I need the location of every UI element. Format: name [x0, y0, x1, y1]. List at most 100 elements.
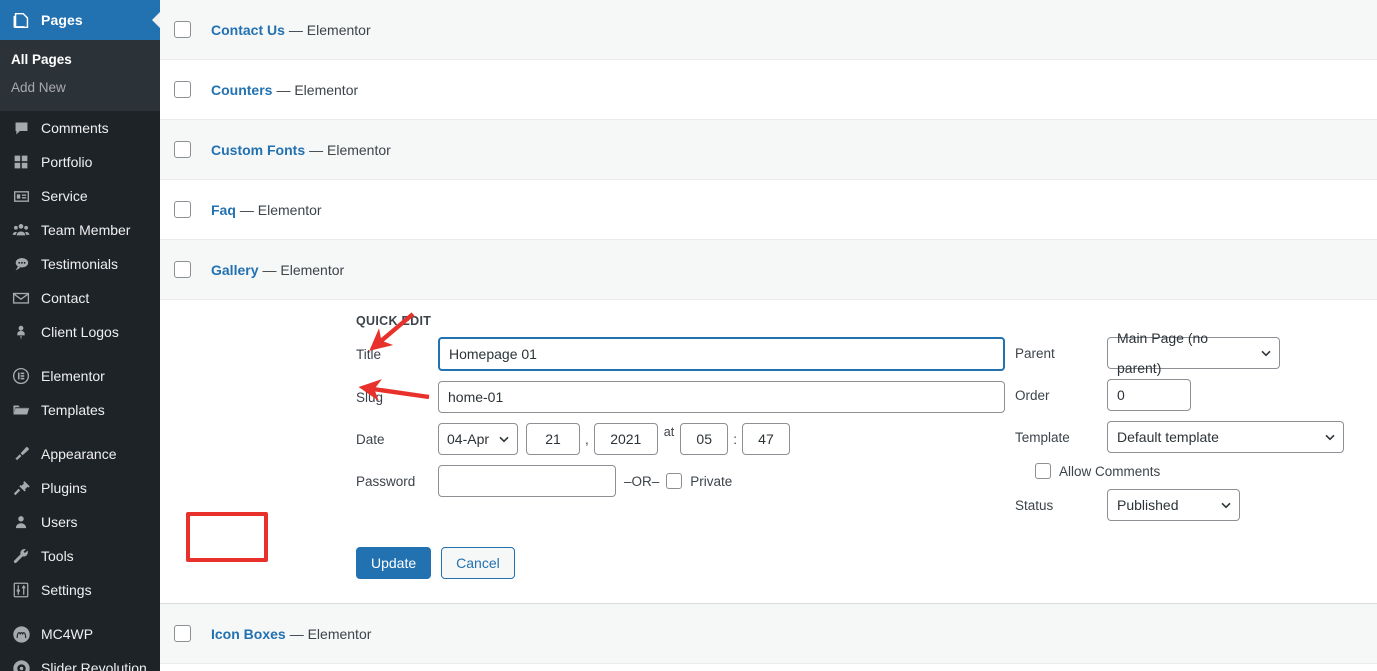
sidebar-item-pages[interactable]: Pages — [0, 0, 160, 40]
mc4wp-icon — [11, 624, 31, 644]
or-separator-label: –OR– — [624, 473, 660, 489]
row-checkbox[interactable] — [174, 81, 191, 98]
date-month-value: 04-Apr — [447, 431, 490, 447]
date-hour-input[interactable] — [680, 423, 729, 455]
chat-icon — [11, 254, 31, 274]
sidebar-item-tools[interactable]: Tools — [0, 539, 160, 573]
sidebar-item-users-label: Users — [41, 514, 78, 530]
sidebar-item-elementor[interactable]: Elementor — [0, 359, 160, 393]
elementor-icon — [11, 366, 31, 386]
chevron-down-icon — [1325, 434, 1335, 441]
parent-label: Parent — [1015, 345, 1055, 361]
pages-table-bottom: Icon Boxes — Elementor Lists — Elementor — [160, 604, 1377, 671]
date-year-input[interactable] — [593, 423, 658, 455]
quick-edit-form: QUICK EDIT Title Slug Date — [160, 300, 1377, 604]
quick-edit-actions: Update Cancel — [160, 531, 1377, 597]
sidebar-item-plugins[interactable]: Plugins — [0, 471, 160, 505]
parent-select[interactable]: Main Page (no parent) — [1107, 330, 1280, 376]
page-title-link[interactable]: Faq — [211, 202, 236, 218]
sidebar-item-pages-label: Pages — [41, 12, 83, 28]
sidebar-item-templates[interactable]: Templates — [0, 393, 160, 427]
sidebar-item-appearance-label: Appearance — [41, 446, 117, 462]
template-label: Template — [1015, 429, 1070, 445]
allow-comments-row: Allow Comments — [1015, 463, 1377, 479]
chevron-down-icon — [1221, 502, 1231, 509]
table-row[interactable]: Counters — Elementor — [160, 60, 1377, 120]
pages-list-main: Contact Us — Elementor Counters — Elemen… — [160, 0, 1377, 671]
sidebar-item-service-label: Service — [41, 188, 88, 204]
row-checkbox[interactable] — [174, 21, 191, 38]
table-row[interactable]: Contact Us — Elementor — [160, 0, 1377, 60]
page-title-link[interactable]: Gallery — [211, 262, 258, 278]
sidebar-divider-2 — [0, 427, 160, 437]
envelope-icon — [11, 288, 31, 308]
status-field-row: Status Published — [1015, 489, 1377, 521]
sidebar-item-appearance[interactable]: Appearance — [0, 437, 160, 471]
page-title-link[interactable]: Contact Us — [211, 22, 285, 38]
table-row[interactable]: Lists — Elementor — [160, 664, 1377, 671]
user-icon — [11, 512, 31, 532]
page-title-link[interactable]: Custom Fonts — [211, 142, 305, 158]
sidebar-item-team-member[interactable]: Team Member — [0, 213, 160, 247]
row-checkbox[interactable] — [174, 141, 191, 158]
table-row[interactable]: Faq — Elementor — [160, 180, 1377, 240]
table-row[interactable]: Icon Boxes — Elementor — [160, 604, 1377, 664]
pages-submenu: All Pages Add New — [0, 40, 160, 111]
sidebar-item-client-logos[interactable]: Client Logos — [0, 315, 160, 349]
grid-icon — [11, 152, 31, 172]
sidebar-item-comments-label: Comments — [41, 120, 109, 136]
sliders-icon — [11, 580, 31, 600]
date-minute-input[interactable] — [741, 423, 790, 455]
date-month-select[interactable]: 04-Apr — [438, 423, 518, 455]
date-day-input[interactable] — [526, 423, 580, 455]
plug-icon — [11, 478, 31, 498]
page-title-suffix: — Elementor — [239, 201, 322, 218]
allow-comments-checkbox[interactable] — [1035, 463, 1051, 479]
password-input[interactable] — [438, 465, 616, 497]
sidebar-item-users[interactable]: Users — [0, 505, 160, 539]
update-button[interactable]: Update — [356, 547, 432, 579]
date-comma: , — [585, 431, 589, 447]
sidebar-item-comments[interactable]: Comments — [0, 111, 160, 145]
sidebar-item-team-member-label: Team Member — [41, 222, 131, 238]
sidebar-item-slider-revolution[interactable]: Slider Revolution — [0, 651, 160, 671]
comment-icon — [11, 118, 31, 138]
row-checkbox[interactable] — [174, 625, 191, 642]
sidebar-item-service[interactable]: Service — [0, 179, 160, 213]
private-checkbox[interactable] — [666, 473, 683, 489]
table-row[interactable]: Gallery — Elementor — [160, 240, 1377, 300]
page-title-suffix: — Elementor — [289, 625, 372, 642]
page-title-link[interactable]: Icon Boxes — [211, 626, 286, 642]
sidebar-divider-1 — [0, 349, 160, 359]
allow-comments-label: Allow Comments — [1059, 463, 1161, 479]
slug-input[interactable] — [438, 381, 1005, 413]
row-checkbox[interactable] — [174, 261, 191, 278]
submenu-item-all-pages[interactable]: All Pages — [0, 46, 160, 74]
list-box-icon — [11, 186, 31, 206]
parent-field-row: Parent Main Page (no parent) — [1015, 330, 1377, 376]
sidebar-item-portfolio[interactable]: Portfolio — [0, 145, 160, 179]
template-select[interactable]: Default template — [1107, 421, 1344, 453]
page-title-link[interactable]: Counters — [211, 82, 272, 98]
chevron-down-icon — [1261, 350, 1271, 357]
order-input[interactable] — [1107, 379, 1191, 411]
date-label: Date — [356, 431, 385, 447]
page-title-suffix: — Elementor — [276, 81, 359, 98]
row-checkbox[interactable] — [174, 201, 191, 218]
parent-value: Main Page (no parent) — [1117, 330, 1209, 376]
sidebar-item-testimonials-label: Testimonials — [41, 256, 119, 272]
quick-edit-right-column: Parent Main Page (no parent) Order 0 Tem… — [1005, 330, 1377, 531]
slider-revolution-icon — [11, 658, 31, 671]
sidebar-divider-3 — [0, 607, 160, 617]
sidebar-item-mc4wp[interactable]: MC4WP — [0, 617, 160, 651]
sidebar-item-contact[interactable]: Contact — [0, 281, 160, 315]
status-select[interactable]: Published — [1107, 489, 1240, 521]
submenu-item-add-new[interactable]: Add New — [0, 74, 160, 102]
table-row[interactable]: Custom Fonts — Elementor — [160, 120, 1377, 180]
cancel-button[interactable]: Cancel — [441, 547, 515, 579]
person-pin-icon — [11, 322, 31, 342]
title-input[interactable] — [438, 337, 1005, 371]
sidebar-item-testimonials[interactable]: Testimonials — [0, 247, 160, 281]
sidebar-item-settings[interactable]: Settings — [0, 573, 160, 607]
date-field-row: Date 04-Apr , at : — [356, 423, 1005, 455]
